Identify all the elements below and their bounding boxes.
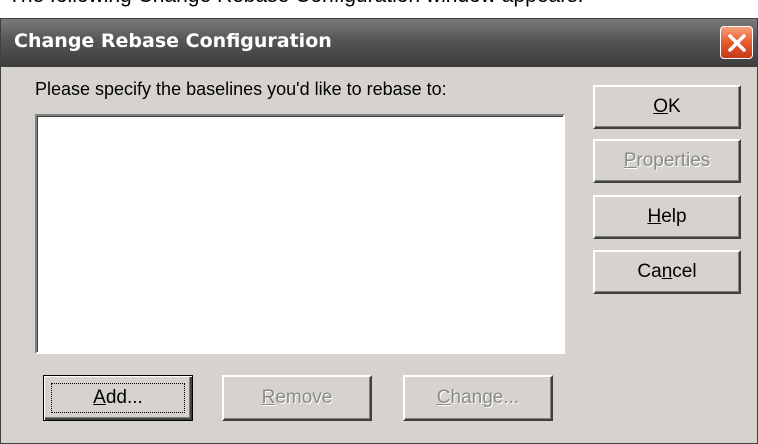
- page-caption: The following Change Rebase Configuratio…: [8, 0, 584, 8]
- change-button[interactable]: Change...: [403, 375, 553, 421]
- add-mnemonic: A: [93, 387, 106, 408]
- remove-button[interactable]: Remove: [222, 375, 372, 421]
- cancel-mnemonic: n: [661, 261, 673, 282]
- add-button[interactable]: Add...: [43, 375, 193, 421]
- change-rebase-configuration-dialog: Change Rebase Configuration Please speci…: [0, 18, 758, 444]
- ok-label: K: [668, 96, 681, 117]
- ok-button[interactable]: OK: [593, 85, 741, 129]
- properties-button[interactable]: Properties: [593, 139, 741, 183]
- change-mnemonic: C: [436, 387, 451, 408]
- baselines-prompt-label: Please specify the baselines you'd like …: [35, 79, 447, 99]
- change-label: hange...: [450, 387, 520, 408]
- cancel-button[interactable]: Ca n cel: [593, 250, 741, 294]
- cancel-label-end: cel: [672, 261, 697, 282]
- close-button[interactable]: [720, 26, 753, 59]
- properties-label: roperties: [636, 150, 711, 171]
- remove-label: emove: [275, 387, 333, 408]
- screenshot: The following Change Rebase Configuratio…: [0, 0, 758, 444]
- remove-mnemonic: R: [261, 387, 276, 408]
- properties-mnemonic: P: [623, 150, 637, 171]
- help-button[interactable]: Help: [593, 195, 741, 239]
- cancel-label-start: Ca: [637, 261, 662, 282]
- dialog-title: Change Rebase Configuration: [14, 30, 332, 52]
- baselines-listbox[interactable]: [35, 114, 565, 354]
- ok-mnemonic: O: [653, 96, 669, 117]
- title-bar[interactable]: Change Rebase Configuration: [1, 19, 757, 67]
- close-icon: [728, 34, 746, 52]
- help-mnemonic: H: [647, 206, 662, 227]
- add-label: dd...: [105, 387, 143, 408]
- help-label: elp: [661, 206, 687, 227]
